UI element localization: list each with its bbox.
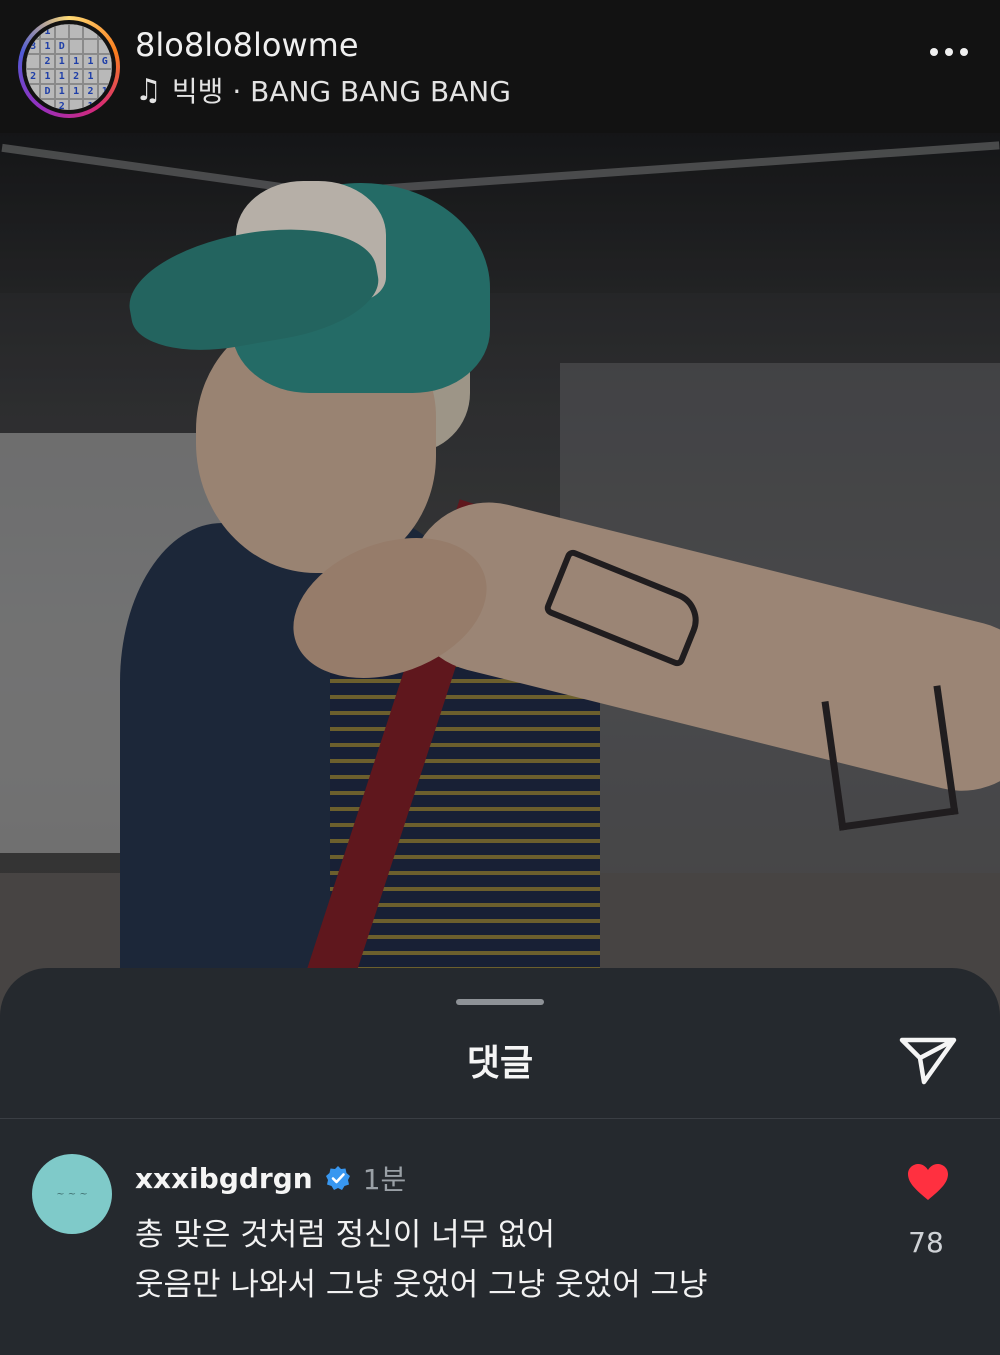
avatar-cell: 1 — [83, 99, 98, 110]
avatar-cell: 2 — [54, 99, 69, 110]
more-horizontal-icon — [930, 48, 938, 56]
avatar-cell: G — [97, 54, 112, 69]
avatar-cell — [68, 39, 84, 54]
avatar-cell — [26, 99, 41, 110]
avatar-cell: 1 — [97, 84, 112, 99]
commenter-username[interactable]: xxxibgdrgn — [135, 1162, 313, 1195]
avatar-cell: 1 — [26, 24, 41, 39]
avatar-cell: 1 — [68, 84, 84, 99]
heart-filled-icon[interactable] — [906, 1162, 950, 1202]
comment-line-2: 웃음만 나와서 그냥 웃었어 그냥 웃었어 그냥 — [135, 1267, 708, 1303]
avatar-cell: D — [54, 39, 69, 54]
post-username[interactable]: 8lo8lo8lowme — [135, 26, 359, 64]
avatar-cell — [54, 24, 69, 39]
avatar-cell: 1 — [54, 69, 69, 84]
avatar-cell: 1 — [68, 54, 84, 69]
avatar-cell — [83, 39, 98, 54]
avatar-cell: 1 — [83, 54, 98, 69]
music-label: 빅뱅 · BANG BANG BANG — [171, 75, 511, 108]
comment-item: ~ ~ ~ xxxibgdrgn 1분 총 맞은 것처럼 정신이 너무 없어 웃… — [0, 1118, 1000, 1355]
post-photo[interactable] — [0, 133, 1000, 1053]
avatar-cell — [68, 99, 84, 110]
commenter-avatar[interactable]: ~ ~ ~ — [32, 1154, 112, 1234]
comment-line-1: 총 맞은 것처럼 정신이 너무 없어 — [135, 1217, 556, 1253]
like-count: 78 — [908, 1226, 944, 1259]
avatar-cell — [68, 24, 84, 39]
avatar-cell: 1 — [83, 69, 98, 84]
avatar-cell — [40, 99, 55, 110]
avatar-cell: 2 — [83, 84, 98, 99]
avatar-cell — [83, 24, 98, 39]
comment-timestamp: 1분 — [362, 1163, 407, 1196]
verified-badge-icon — [325, 1166, 350, 1190]
music-attribution[interactable]: ♫ 빅뱅 · BANG BANG BANG — [135, 70, 511, 110]
comments-title: 댓글 — [466, 1043, 534, 1084]
avatar-cell: 1 — [40, 24, 55, 39]
comment-text: 총 맞은 것처럼 정신이 너무 없어 웃음만 나와서 그냥 웃었어 그냥 웃었어… — [135, 1210, 875, 1310]
avatar-cell — [97, 24, 112, 39]
post-header: 1131D2111G21121D112121 8lo8lo8lowme ♫ 빅뱅… — [0, 0, 1000, 133]
avatar-cell: 1 — [54, 84, 69, 99]
sheet-drag-handle[interactable] — [456, 999, 544, 1005]
story-ring[interactable]: 1131D2111G21121D112121 — [18, 16, 120, 118]
avatar-cell: 1 — [40, 39, 55, 54]
avatar[interactable]: 1131D2111G21121D112121 — [26, 24, 112, 110]
avatar-cell — [97, 69, 112, 84]
music-note-icon: ♫ — [135, 72, 162, 108]
more-options-button[interactable] — [930, 48, 968, 56]
avatar-cell — [26, 84, 41, 99]
send-icon[interactable] — [898, 1034, 958, 1088]
avatar-cell: 3 — [26, 39, 41, 54]
avatar-cell: 2 — [68, 69, 84, 84]
avatar-cell — [97, 39, 112, 54]
avatar-cell — [26, 54, 41, 69]
comments-sheet: 댓글 ~ ~ ~ xxxibgdrgn 1분 총 맞은 것처럼 정신이 너무 없… — [0, 968, 1000, 1355]
avatar-cell: 1 — [40, 69, 55, 84]
avatar-cell: 2 — [26, 69, 41, 84]
avatar-cell — [97, 99, 112, 110]
avatar-cell: 1 — [54, 54, 69, 69]
avatar-cell: D — [40, 84, 55, 99]
avatar-cell: 2 — [40, 54, 55, 69]
